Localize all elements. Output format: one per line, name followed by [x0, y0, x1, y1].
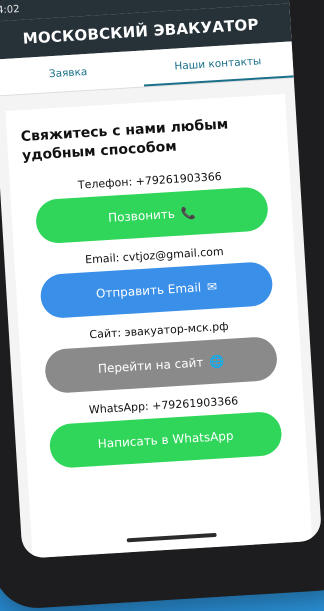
call-button[interactable]: Позвонить 📞	[34, 186, 269, 245]
open-site-button[interactable]: Перейти на сайт 🌐	[44, 335, 279, 395]
tab-request[interactable]: Заявка	[0, 51, 144, 96]
tab-request-label: Заявка	[48, 65, 88, 81]
send-email-button-label: Отправить Email	[95, 280, 202, 301]
phone-frame: 4:02 МОСКОВСКИЙ ЭВАКУАТОР Заявка Наши ко…	[0, 0, 324, 611]
whatsapp-button-label: Написать в WhatsApp	[97, 428, 234, 451]
call-button-label: Позвонить	[107, 206, 176, 225]
whatsapp-button[interactable]: Написать в WhatsApp	[48, 410, 283, 469]
status-time: 4:02	[0, 3, 20, 17]
contacts-heading: Свяжитесь с нами любым удобным способом	[20, 116, 229, 165]
send-email-button[interactable]: Отправить Email ✉	[39, 261, 274, 320]
app-title: МОСКОВСКИЙ ЭВАКУАТОР	[22, 15, 260, 48]
globe-icon: 🌐	[208, 354, 225, 370]
mail-icon: ✉	[206, 279, 218, 295]
tab-contacts-label: Наши контакты	[174, 55, 262, 73]
contacts-card: Свяжитесь с нами любым удобным способом …	[5, 93, 313, 559]
tab-contacts[interactable]: Наши контакты	[142, 41, 294, 86]
open-site-button-label: Перейти на сайт	[97, 355, 204, 376]
phone-icon: 📞	[180, 205, 197, 221]
app-screen: 4:02 МОСКОВСКИЙ ЭВАКУАТОР Заявка Наши ко…	[0, 0, 323, 559]
